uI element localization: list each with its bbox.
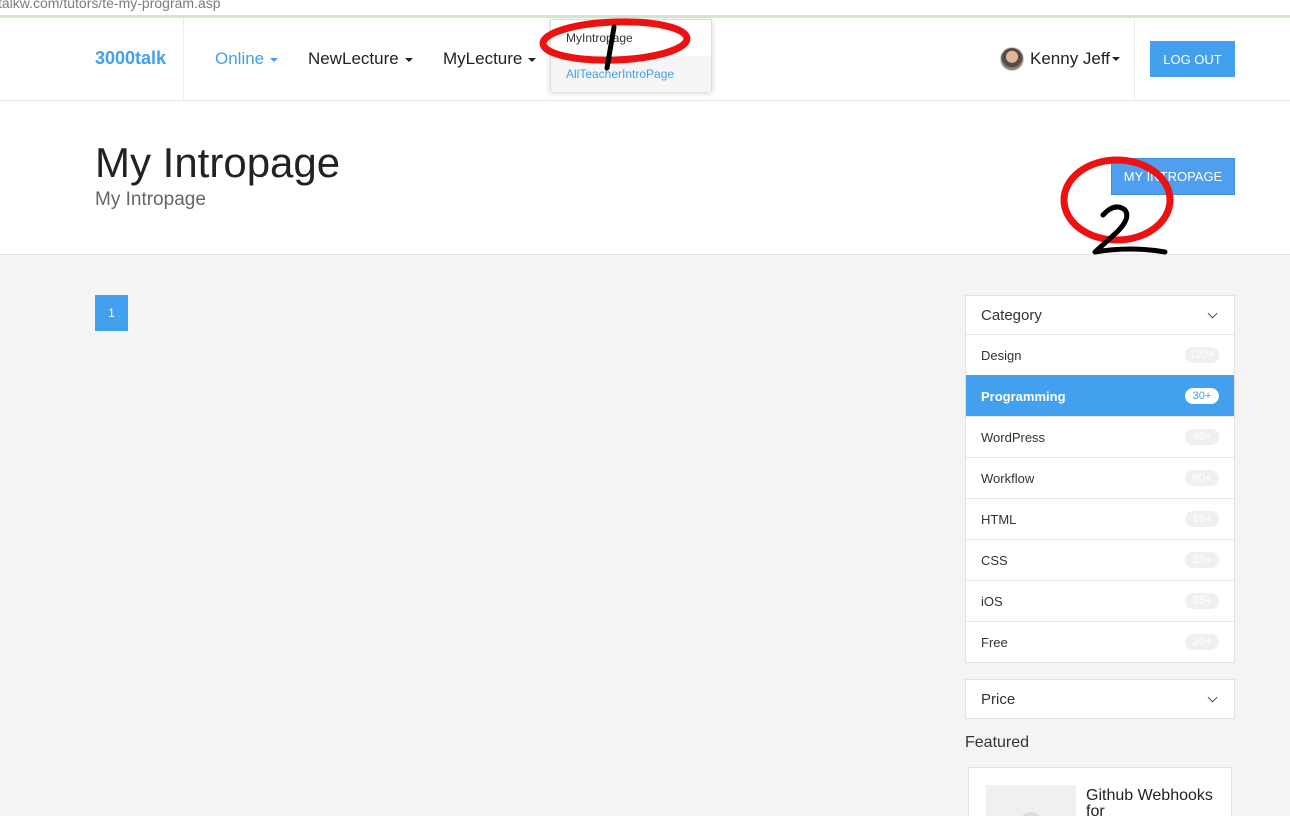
caret-down-icon bbox=[528, 57, 537, 62]
category-item-ios[interactable]: iOS 35+ bbox=[966, 580, 1234, 621]
address-bar[interactable]: talkw.com/tutors/te-my-program.asp bbox=[0, 0, 1290, 18]
category-item-wordpress[interactable]: WordPress 40+ bbox=[966, 416, 1234, 457]
count-badge: 120+ bbox=[1185, 347, 1219, 363]
chevron-down-icon bbox=[1207, 308, 1218, 318]
caret-down-icon bbox=[270, 57, 279, 62]
featured-card-title: Github Webhooks for bbox=[1086, 787, 1213, 816]
count-badge: 40+ bbox=[1185, 429, 1219, 445]
avatar bbox=[1000, 47, 1024, 71]
category-item-programming[interactable]: Programming 30+ bbox=[966, 375, 1234, 416]
user-menu[interactable]: Kenny Jeff bbox=[1000, 46, 1121, 72]
caret-down-icon bbox=[1112, 57, 1121, 61]
nav-mylecture-label: MyLecture bbox=[443, 49, 523, 68]
brand-logo[interactable]: 3000talk bbox=[95, 48, 166, 69]
category-label: Workflow bbox=[981, 470, 1035, 486]
category-item-free[interactable]: Free 20+ bbox=[966, 621, 1234, 662]
category-panel: Category Design 120+ Programming 30+ WordP… bbox=[965, 295, 1235, 663]
category-item-workflow[interactable]: Workflow 60+ bbox=[966, 457, 1234, 498]
page-title: My Intropage bbox=[95, 139, 341, 186]
category-label: Free bbox=[981, 634, 1008, 650]
user-name: Kenny Jeff bbox=[1030, 49, 1111, 68]
nav-newlecture-label: NewLecture bbox=[308, 49, 399, 68]
count-badge: 25+ bbox=[1185, 552, 1219, 568]
nav-divider bbox=[183, 18, 184, 100]
category-label: CSS bbox=[981, 552, 1008, 568]
category-label: Design bbox=[981, 347, 1022, 363]
nav-online-label: Online bbox=[215, 49, 265, 68]
mylecture-dropdown: MyIntropage AllTeacherIntroPage bbox=[550, 19, 712, 92]
count-badge: 15+ bbox=[1185, 511, 1219, 527]
price-panel: Price bbox=[965, 679, 1235, 719]
featured-title: Featured bbox=[965, 734, 1030, 751]
count-badge: 20+ bbox=[1185, 634, 1219, 650]
nav-online[interactable]: Online bbox=[215, 49, 279, 69]
nav-newlecture[interactable]: NewLecture bbox=[308, 49, 413, 69]
category-label: WordPress bbox=[981, 429, 1046, 445]
nav-mylecture[interactable]: MyLecture bbox=[443, 49, 537, 69]
price-header[interactable]: Price bbox=[966, 680, 1234, 718]
category-header[interactable]: Category bbox=[966, 296, 1234, 334]
price-title: Price bbox=[981, 690, 1016, 708]
count-badge: 30+ bbox=[1185, 388, 1219, 404]
chevron-down-icon bbox=[1207, 692, 1218, 702]
category-item-css[interactable]: CSS 25+ bbox=[966, 539, 1234, 580]
caret-down-icon bbox=[404, 57, 413, 62]
category-label: iOS bbox=[981, 593, 1003, 609]
count-badge: 60+ bbox=[1185, 470, 1219, 486]
page-subtitle: My Intropage bbox=[95, 189, 206, 210]
dropdown-item-allteacherintropage[interactable]: AllTeacherIntroPage bbox=[551, 56, 711, 92]
featured-thumbnail bbox=[986, 785, 1076, 816]
featured-card[interactable]: Github Webhooks for bbox=[968, 767, 1232, 816]
category-label: Programming bbox=[981, 388, 1066, 404]
pagination-page-1[interactable]: 1 bbox=[95, 295, 128, 331]
my-intropage-button[interactable]: MY INTROPAGE bbox=[1111, 158, 1235, 195]
url-text: talkw.com/tutors/te-my-program.asp bbox=[0, 0, 221, 11]
dropdown-item-myintropage[interactable]: MyIntropage bbox=[551, 20, 711, 56]
category-label: HTML bbox=[981, 511, 1017, 527]
category-title: Category bbox=[981, 306, 1042, 324]
nav-divider bbox=[1134, 18, 1135, 100]
logout-button[interactable]: LOG OUT bbox=[1150, 41, 1235, 77]
page-header: My Intropage My Intropage MY INTROPAGE bbox=[0, 101, 1290, 255]
category-item-html[interactable]: HTML 15+ bbox=[966, 498, 1234, 539]
count-badge: 35+ bbox=[1185, 593, 1219, 609]
category-item-design[interactable]: Design 120+ bbox=[966, 334, 1234, 375]
